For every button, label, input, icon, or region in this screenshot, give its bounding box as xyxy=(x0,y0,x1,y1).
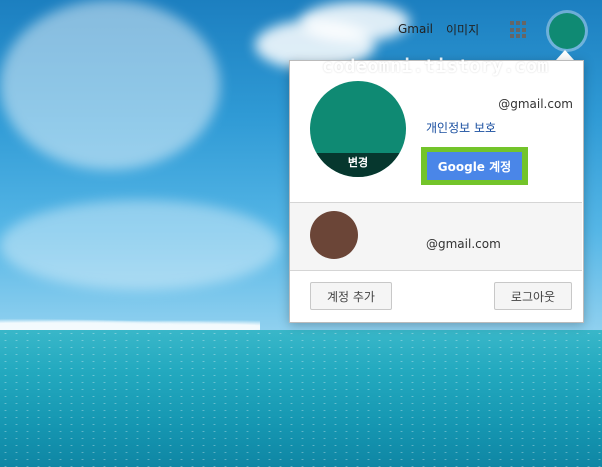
cloud xyxy=(0,200,280,290)
privacy-link[interactable]: 개인정보 보호 xyxy=(426,119,496,136)
logout-button[interactable]: 로그아웃 xyxy=(494,282,572,310)
account-avatar-button[interactable] xyxy=(549,13,585,49)
images-link[interactable]: 이미지 xyxy=(446,21,479,38)
apps-grid-icon[interactable] xyxy=(510,21,528,39)
other-account-email: @gmail.com xyxy=(426,237,501,251)
panel-arrow xyxy=(556,50,574,60)
watermark-text: codeomni.tistory.com xyxy=(322,56,549,77)
change-photo-label[interactable]: 변경 xyxy=(310,153,406,177)
add-account-button[interactable]: 계정 추가 xyxy=(310,282,392,310)
sea-sparkle xyxy=(0,330,602,467)
cloud xyxy=(0,0,220,170)
divider xyxy=(290,270,582,271)
sea-background xyxy=(0,330,602,467)
primary-account-avatar[interactable]: 변경 xyxy=(310,81,406,177)
primary-account-email: @gmail.com xyxy=(498,97,573,111)
other-account-avatar[interactable] xyxy=(310,211,358,259)
google-account-button[interactable]: Google 계정 xyxy=(427,152,522,180)
gmail-link[interactable]: Gmail xyxy=(398,22,433,36)
cloud xyxy=(300,2,410,42)
